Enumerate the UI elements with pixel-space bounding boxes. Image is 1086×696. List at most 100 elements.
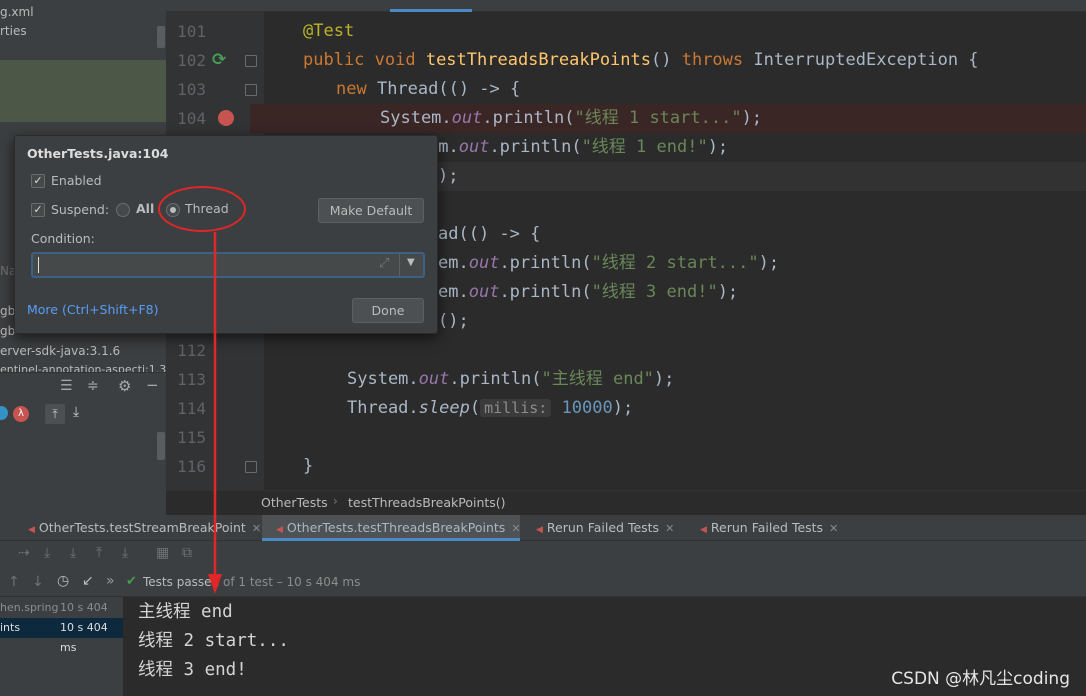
arrow-up-icon[interactable]: ↑ <box>8 574 20 590</box>
tab-run-threads[interactable]: ◀ OtherTests.testThreadsBreakPoints ✕ <box>262 515 521 541</box>
breadcrumb-item[interactable]: testThreadsBreakPoints() <box>348 495 506 510</box>
close-icon[interactable]: ✕ <box>252 522 261 535</box>
circle-icon[interactable] <box>0 406 8 420</box>
code-token: new <box>336 79 377 99</box>
tab-rerun-failed[interactable]: ◀ Rerun Failed Tests ✕ <box>536 515 674 541</box>
test-name: ints <box>0 621 21 634</box>
code-token: .println( <box>489 137 582 157</box>
tab-rerun-failed[interactable]: ◀ Rerun Failed Tests ✕ <box>700 515 838 541</box>
annotation-circle <box>158 186 246 232</box>
make-default-button[interactable]: Make Default <box>318 198 424 223</box>
code-token: "主线程 end" <box>541 369 654 389</box>
project-tree-item[interactable]: g.xml <box>0 2 34 22</box>
code-token: ); <box>438 166 459 186</box>
tab-run-stream[interactable]: ◀ OtherTests.testStreamBreakPoint ✕ <box>28 515 261 541</box>
code-line: @Test <box>303 17 354 46</box>
more-icon[interactable]: » <box>106 573 115 589</box>
step-into-icon[interactable]: ⤓ <box>44 545 50 561</box>
code-line: em.out.println("线程 3 end!"); <box>438 278 738 307</box>
code-line: new Thread(() -> { <box>336 75 520 104</box>
project-tree-item[interactable]: erver-sdk-java:3.1.6 <box>0 341 120 361</box>
project-scrollbar[interactable] <box>157 26 165 48</box>
editor-tab-strip <box>166 0 1086 12</box>
close-icon[interactable]: ✕ <box>665 522 674 535</box>
chevron-down-icon[interactable]: ▼ <box>407 257 415 268</box>
rerun-icon: ◀ <box>536 525 543 535</box>
condition-input[interactable]: ⤢ ▼ <box>31 252 425 278</box>
suspend-all-radio[interactable] <box>116 203 130 217</box>
run-to-cursor-icon[interactable]: ⤓ <box>122 545 128 561</box>
run-test-icon[interactable]: ⟳ <box>212 50 226 70</box>
line-number: 113 <box>177 370 206 389</box>
watermark: CSDN @林凡尘coding <box>891 669 1070 689</box>
code-token: .println( <box>499 253 592 273</box>
suspend-checkbox[interactable]: ✓ <box>31 203 45 217</box>
fold-icon[interactable] <box>245 84 257 96</box>
collapse-all-icon[interactable]: ≑ <box>87 378 99 394</box>
step-out-icon[interactable]: ⤒ <box>96 545 102 561</box>
code-token: .println( <box>482 108 575 128</box>
rerun-icon: ◀ <box>276 525 283 535</box>
project-tree-item[interactable]: gb <box>0 301 15 321</box>
annotation-arrow <box>208 232 222 594</box>
code-token: out <box>458 137 490 157</box>
frames-icon[interactable]: ▦ <box>156 545 169 561</box>
gear-icon[interactable]: ⚙ <box>118 377 131 395</box>
breakpoint-icon[interactable] <box>218 110 234 126</box>
divider <box>399 254 400 276</box>
project-tree-item[interactable]: rties <box>0 21 27 41</box>
parameter-hint: millis: <box>480 399 552 417</box>
history-icon[interactable]: ◷ <box>57 573 69 589</box>
arrow-down-icon[interactable]: ↓ <box>32 574 44 590</box>
breadcrumb-item[interactable]: OtherTests <box>261 495 328 510</box>
test-time: 10 s 404 ms <box>60 621 108 654</box>
code-line: Thread.sleep(millis: 10000); <box>347 394 633 423</box>
done-button[interactable]: Done <box>352 298 424 323</box>
close-icon[interactable]: ✕ <box>829 522 838 535</box>
code-token: ad(() -> { <box>438 224 541 244</box>
project-tree-item[interactable]: gb <box>0 321 15 341</box>
test-tree-row[interactable]: hen.spring 10 s 404 ms <box>0 599 123 632</box>
code-token: Thread. <box>347 398 419 418</box>
check-icon: ✔ <box>126 574 137 589</box>
code-line: } <box>303 452 313 481</box>
console-line: 主线程 end <box>138 602 233 622</box>
fold-icon[interactable] <box>245 55 257 67</box>
code-token: 10000 <box>561 398 613 418</box>
code-line: public void testThreadsBreakPoints() thr… <box>303 46 979 75</box>
code-token: out <box>468 282 500 302</box>
code-token: @Test <box>303 21 355 41</box>
force-step-icon[interactable]: ⤓ <box>70 545 76 561</box>
code-line: System.out.println("主线程 end"); <box>347 365 674 394</box>
run-toolbar: ⇢ ⤓ ⤓ ⤒ ⤓ ▦ ⧉ <box>0 541 1086 568</box>
step-down-icon[interactable]: ⤓ <box>73 404 79 420</box>
code-token: out <box>418 369 450 389</box>
close-icon[interactable]: ✕ <box>511 522 520 535</box>
enabled-checkbox[interactable]: ✓ <box>31 174 45 188</box>
code-token: .println( <box>449 369 542 389</box>
code-token: Thread(() -> { <box>376 79 521 99</box>
code-line: em.out.println("线程 2 start..."); <box>438 249 779 278</box>
lambda-icon[interactable]: λ <box>13 406 29 422</box>
more-link[interactable]: More (Ctrl+Shift+F8) <box>27 302 158 317</box>
step-over-icon[interactable]: ⇢ <box>18 545 30 561</box>
variables-scrollbar[interactable] <box>157 432 165 460</box>
code-token: em. <box>438 253 469 273</box>
rerun-icon: ◀ <box>700 525 707 535</box>
test-tree-row[interactable]: ints 10 s 404 ms <box>0 618 123 654</box>
minimize-icon[interactable]: − <box>146 376 159 394</box>
expand-all-icon[interactable]: ☰ <box>60 378 73 394</box>
code-token: InterruptedException { <box>753 50 979 70</box>
code-token: throws <box>681 50 754 70</box>
code-token: out <box>468 253 500 273</box>
code-line: ); <box>438 162 458 191</box>
code-token: testThreadsBreakPoints <box>425 50 651 70</box>
expand-icon[interactable]: ⤢ <box>379 256 389 271</box>
code-line: ad(() -> { <box>438 220 540 249</box>
code-token: "线程 1 end!" <box>581 137 708 157</box>
line-number: 114 <box>177 399 206 418</box>
fold-icon[interactable] <box>245 461 257 473</box>
export-icon[interactable]: ↙ <box>82 573 94 589</box>
trace-icon[interactable]: ⧉ <box>182 545 192 561</box>
step-up-icon[interactable]: ⤒ <box>45 404 65 424</box>
